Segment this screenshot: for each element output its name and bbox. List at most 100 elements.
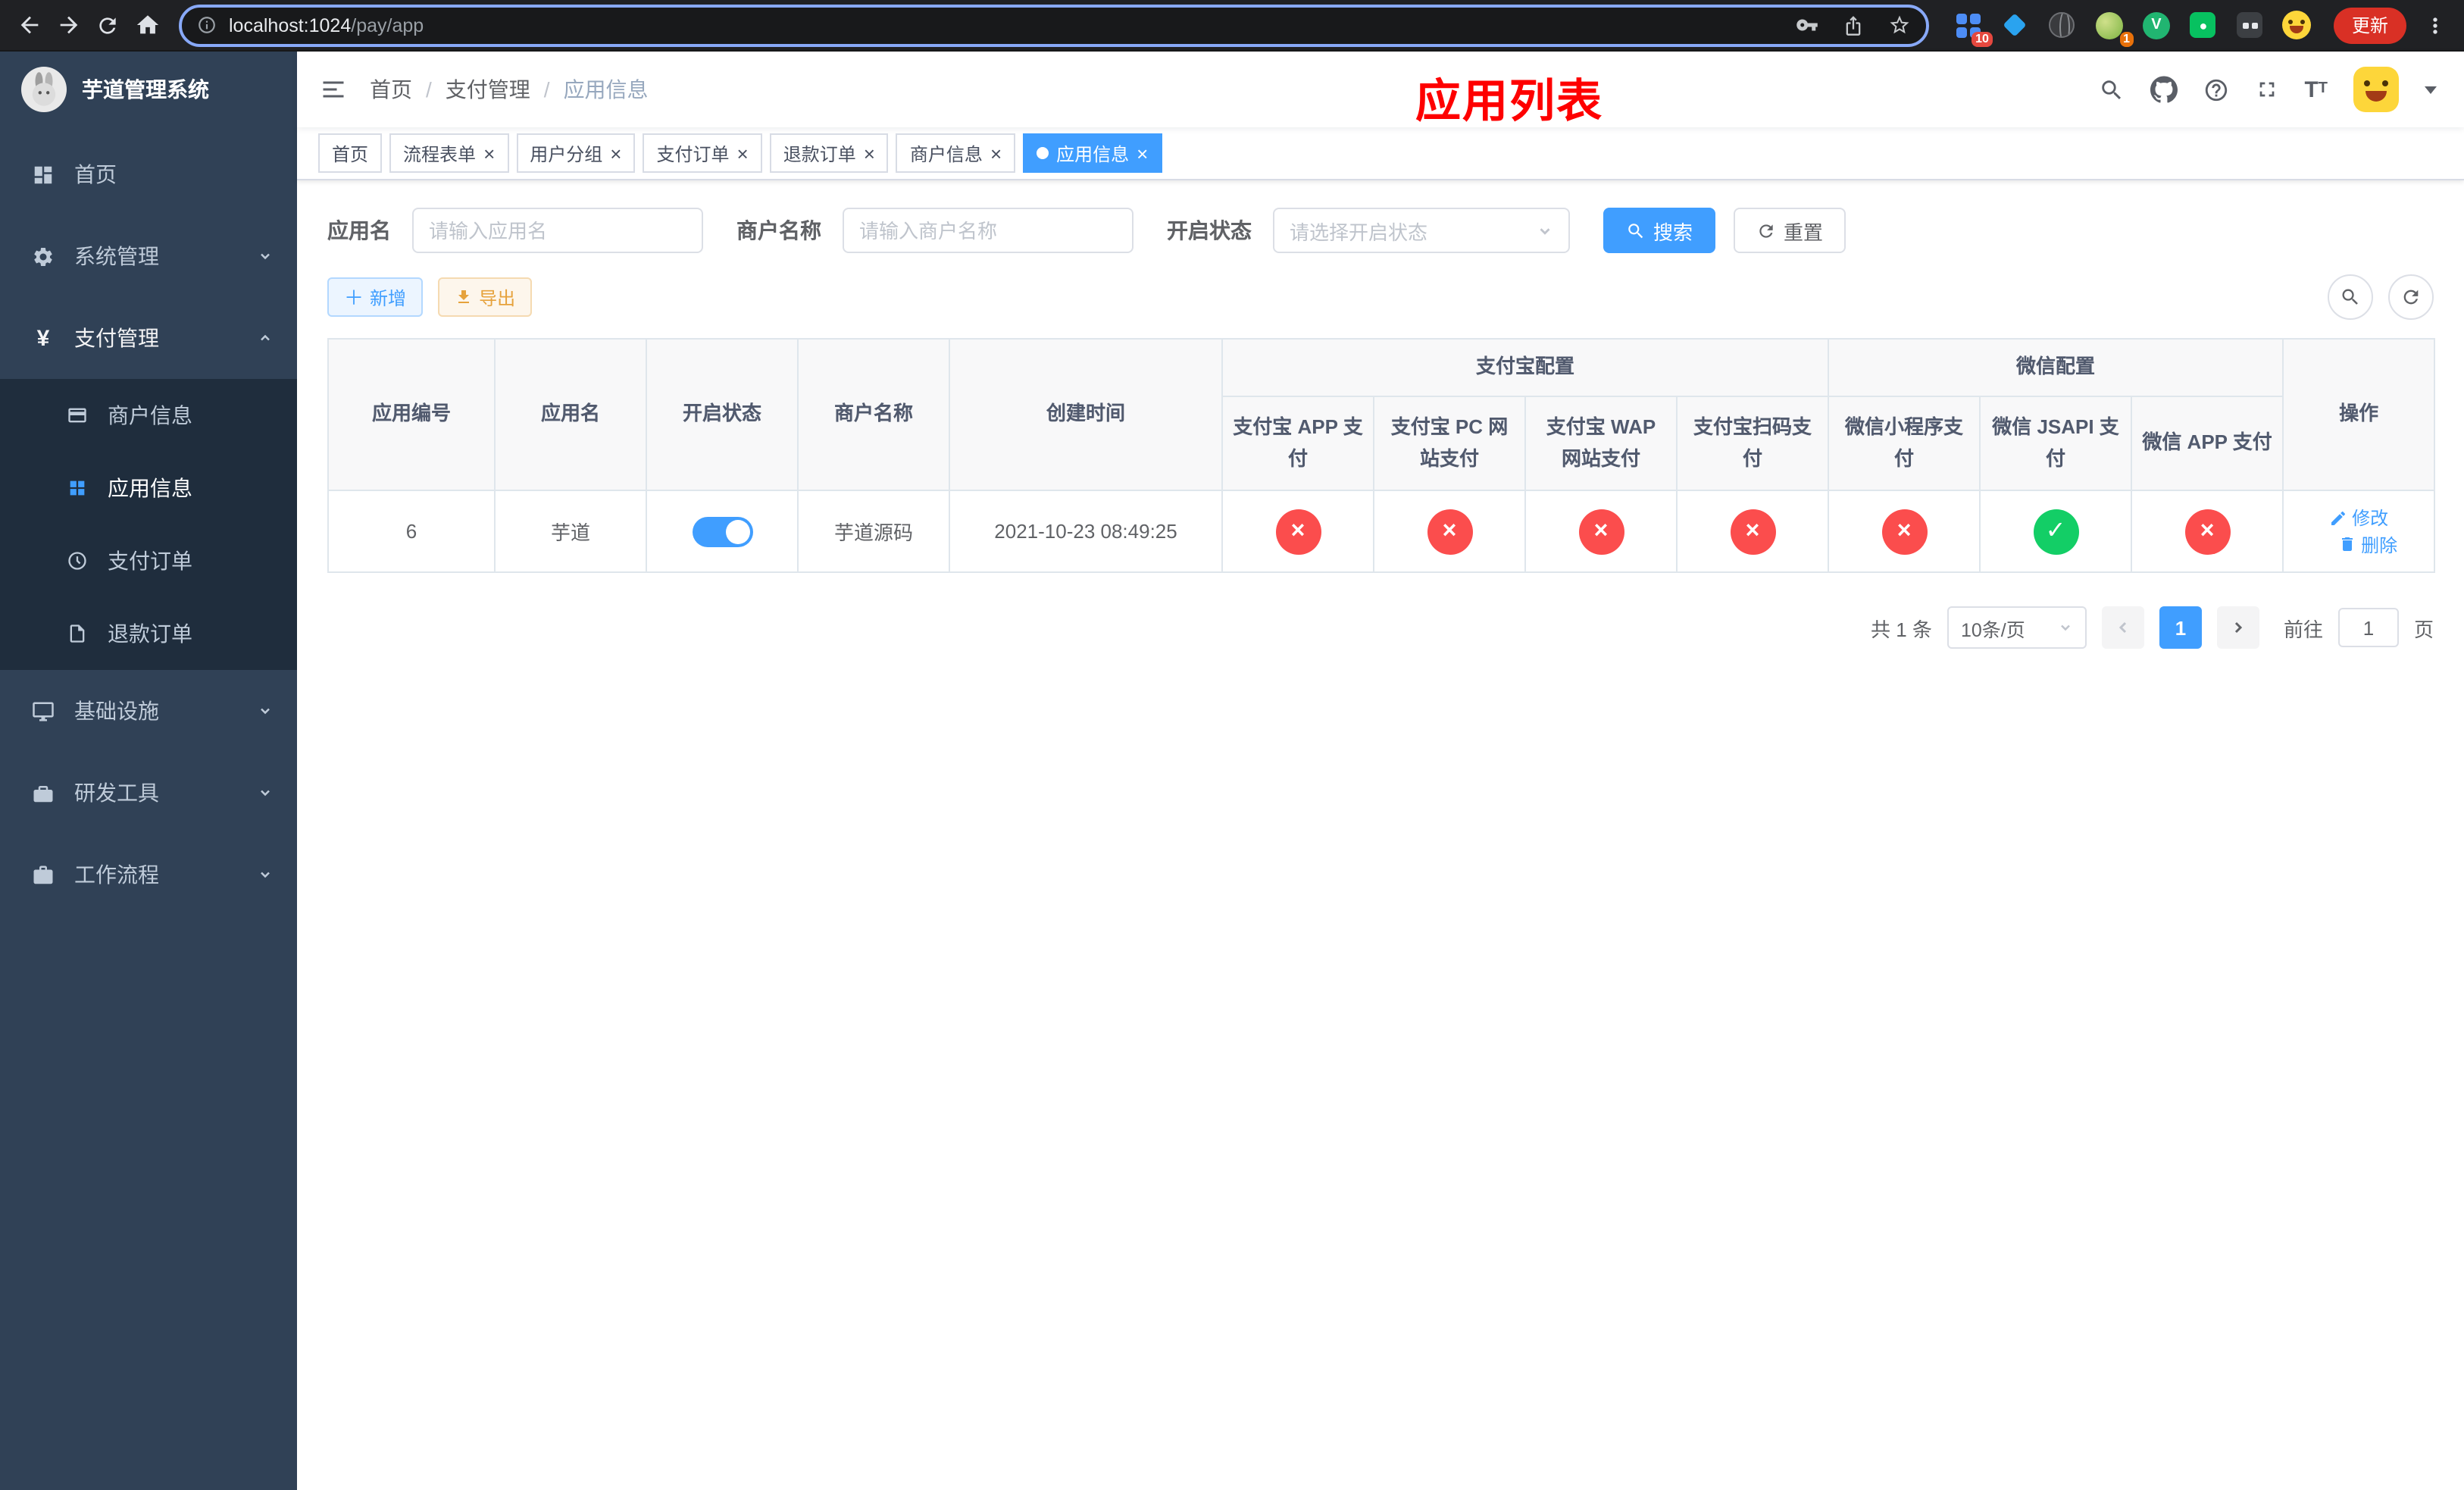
app-name-label: 应用名: [327, 218, 391, 243]
share-icon[interactable]: [1843, 14, 1864, 36]
tab-pay-orders[interactable]: 支付订单 ×: [643, 133, 762, 173]
close-icon[interactable]: ×: [737, 143, 749, 163]
sidebar-item-refund-orders[interactable]: 退款订单: [0, 597, 297, 670]
extension-diamond-icon[interactable]: [2000, 10, 2031, 40]
extension-wechat-icon[interactable]: ●: [2188, 10, 2219, 40]
sidebar-item-infra[interactable]: 基础设施: [0, 670, 297, 752]
tab-flow-form[interactable]: 流程表单 ×: [389, 133, 509, 173]
tab-user-group[interactable]: 用户分组 ×: [516, 133, 636, 173]
extension-grid-icon[interactable]: 10: [1953, 10, 1993, 46]
col-header-wechat-app: 微信 APP 支付: [2131, 396, 2284, 491]
app-name-input[interactable]: [412, 208, 703, 253]
breadcrumb-home[interactable]: 首页: [370, 74, 412, 105]
group-header-wechat: 微信配置: [1828, 338, 2284, 397]
app-title: 芋道管理系统: [82, 77, 209, 102]
github-icon[interactable]: [2150, 76, 2178, 103]
status-select[interactable]: 请选择开启状态: [1273, 208, 1570, 253]
cell-app-id: 6: [327, 490, 496, 573]
reset-button[interactable]: 重置: [1734, 208, 1846, 253]
current-page-button[interactable]: 1: [2159, 606, 2202, 649]
status-badge-alipay-wap: ×: [1578, 509, 1624, 554]
font-size-icon[interactable]: TT: [2304, 78, 2328, 101]
extension-globe-icon[interactable]: [2047, 10, 2078, 40]
home-icon[interactable]: [127, 5, 167, 45]
url-text: localhost:1024/pay/app: [229, 14, 424, 36]
browser-toolbar: localhost:1024/pay/app 10 1 V ● 更新: [0, 0, 2464, 52]
order-circle-icon: [64, 550, 89, 571]
sidebar-item-label: 基础设施: [74, 699, 159, 723]
address-bar[interactable]: localhost:1024/pay/app: [179, 4, 1929, 46]
sidebar-toggle-icon[interactable]: [297, 76, 370, 103]
search-form: 应用名 商户名称 开启状态 请选择开启状态: [327, 208, 2434, 253]
tab-refund-orders[interactable]: 退款订单 ×: [769, 133, 889, 173]
browser-menu-icon[interactable]: [2416, 5, 2455, 45]
status-select-placeholder: 请选择开启状态: [1290, 221, 1428, 243]
refresh-icon: [1759, 224, 1773, 237]
search-icon[interactable]: [2098, 77, 2124, 102]
close-icon[interactable]: ×: [990, 143, 1002, 163]
col-header-wechat-jsapi: 微信 JSAPI 支付: [1979, 396, 2133, 491]
site-info-icon[interactable]: [197, 15, 217, 35]
add-button[interactable]: ＋ 新增: [327, 277, 424, 317]
forward-icon[interactable]: [48, 5, 88, 45]
tab-home[interactable]: 首页: [318, 133, 383, 173]
cell-operations: 修改 删除: [2282, 490, 2436, 573]
extension-vue-icon[interactable]: V: [2141, 10, 2172, 40]
prev-page-button[interactable]: [2101, 606, 2144, 649]
app-logo-row: 芋道管理系统: [0, 52, 297, 127]
sidebar-item-system[interactable]: 系统管理: [0, 215, 297, 297]
col-header-created: 创建时间: [949, 338, 1223, 491]
browser-profile-avatar[interactable]: [2282, 10, 2312, 40]
sidebar-item-payment[interactable]: ¥ 支付管理: [0, 297, 297, 379]
bookmark-star-icon[interactable]: [1888, 14, 1911, 36]
top-navbar: 首页 / 支付管理 / 应用信息 TT: [297, 52, 2464, 127]
sidebar-item-merchant-info[interactable]: 商户信息: [0, 379, 297, 452]
page-size-select[interactable]: 10条/页: [1946, 606, 2087, 649]
next-page-button[interactable]: [2216, 606, 2259, 649]
fullscreen-icon[interactable]: [2254, 77, 2278, 102]
tab-app-info[interactable]: 应用信息 ×: [1023, 133, 1162, 173]
back-icon[interactable]: [9, 5, 48, 45]
sidebar-item-label: 商户信息: [108, 403, 192, 427]
refresh-table-button[interactable]: [2388, 274, 2434, 320]
password-key-icon[interactable]: [1796, 14, 1818, 36]
breadcrumb-payment[interactable]: 支付管理: [446, 74, 530, 105]
sidebar-item-pay-orders[interactable]: 支付订单: [0, 524, 297, 597]
user-avatar[interactable]: [2353, 67, 2399, 112]
close-icon[interactable]: ×: [864, 143, 875, 163]
sidebar-item-app-info[interactable]: 应用信息: [0, 452, 297, 524]
edit-link-label: 修改: [2352, 508, 2389, 529]
search-button-label: 搜索: [1653, 221, 1693, 243]
search-button[interactable]: 搜索: [1603, 208, 1716, 253]
merchant-name-input[interactable]: [843, 208, 1134, 253]
reload-icon[interactable]: [88, 5, 127, 45]
close-icon[interactable]: ×: [1137, 143, 1148, 163]
edit-link[interactable]: 修改: [2329, 505, 2388, 531]
active-dot: [1037, 147, 1049, 159]
toggle-search-button[interactable]: [2328, 274, 2373, 320]
export-button[interactable]: 导出: [438, 277, 533, 317]
trash-icon: [2342, 537, 2353, 551]
help-icon[interactable]: [2203, 77, 2228, 102]
sidebar-item-devtools[interactable]: 研发工具: [0, 752, 297, 834]
chevron-down-icon: [1537, 222, 1553, 239]
sidebar-item-home[interactable]: 首页: [0, 133, 297, 215]
browser-update-button[interactable]: 更新: [2333, 7, 2406, 43]
group-header-alipay: 支付宝配置: [1221, 338, 1830, 397]
cell-merchant: 芋道源码: [797, 490, 950, 573]
avatar-caret-icon[interactable]: [2425, 86, 2437, 99]
delete-link[interactable]: 删除: [2338, 531, 2397, 557]
extension-tampermonkey-icon[interactable]: [2235, 10, 2265, 40]
close-icon[interactable]: ×: [483, 143, 495, 163]
status-badge-alipay-qr: ×: [1730, 509, 1775, 554]
extension-badge: 1: [2119, 31, 2134, 46]
extension-avatar-icon[interactable]: 1: [2094, 10, 2134, 46]
gear-icon: [30, 245, 56, 268]
sidebar-item-label: 应用信息: [108, 476, 192, 500]
close-icon[interactable]: ×: [610, 143, 621, 163]
goto-page-input[interactable]: [2337, 608, 2399, 647]
sidebar-item-workflow[interactable]: 工作流程: [0, 834, 297, 916]
enabled-toggle[interactable]: [692, 516, 752, 546]
tab-merchant-info[interactable]: 商户信息 ×: [896, 133, 1016, 173]
tab-label: 流程表单: [403, 143, 477, 164]
